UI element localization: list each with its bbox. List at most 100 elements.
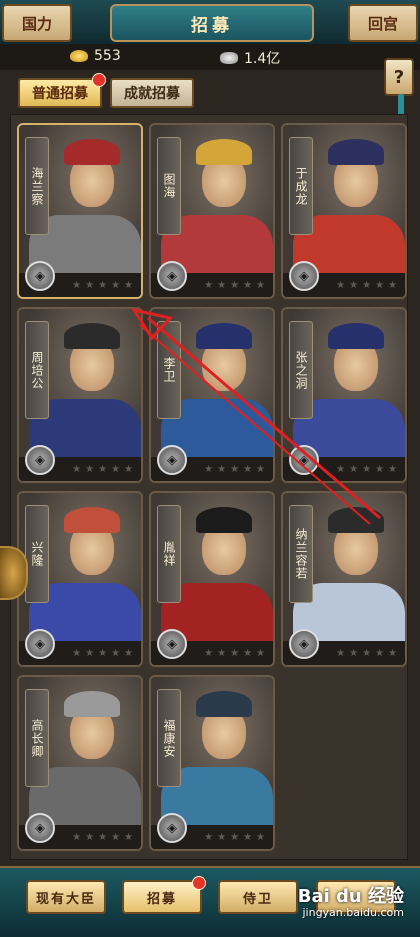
minister-card[interactable]: 于成龙 ★ ★ ★ ★ ★ ◈	[281, 123, 407, 299]
minister-name: 福康安	[157, 689, 181, 787]
star-icon: ★	[388, 647, 397, 659]
star-icon: ★	[85, 831, 95, 843]
star-icon: ★	[375, 647, 385, 659]
star-icon: ★	[124, 279, 133, 291]
star-icon: ★	[375, 279, 385, 291]
baidu-watermark: Bai du 经验	[297, 886, 404, 907]
star-icon: ★	[256, 463, 265, 475]
notification-badge	[92, 73, 106, 87]
mask-icon: ◈	[25, 813, 55, 843]
page-title: 招募	[110, 4, 314, 42]
star-icon: ★	[204, 647, 214, 659]
star-icon: ★	[217, 463, 227, 475]
minister-name: 周培公	[25, 321, 49, 419]
star-icon: ★	[256, 647, 265, 659]
recruit-tabs: 普通招募 成就招募	[18, 73, 194, 108]
minister-card[interactable]: 张之洞 ★ ★ ★ ★ ★ ◈	[281, 307, 407, 483]
star-icon: ★	[349, 463, 359, 475]
gold-resource: 553	[70, 48, 121, 64]
help-button[interactable]: ?	[384, 58, 414, 96]
national-power-button[interactable]: 国力	[2, 4, 72, 42]
side-event-icon[interactable]	[0, 546, 28, 600]
minister-name: 李卫	[157, 321, 181, 419]
return-palace-button[interactable]: 回宫	[348, 4, 418, 42]
star-icon: ★	[362, 463, 372, 475]
minister-card[interactable]: 纳兰容若 ★ ★ ★ ★ ★ ◈	[281, 491, 407, 667]
hat-shape	[196, 691, 252, 717]
helmet-icon: ◈	[157, 629, 187, 659]
nav-recruit-label: 招募	[146, 891, 177, 907]
star-icon: ★	[362, 279, 372, 291]
hat-shape	[196, 507, 252, 533]
star-icon: ★	[349, 647, 359, 659]
star-icon: ★	[124, 463, 133, 475]
star-icon: ★	[204, 831, 214, 843]
star-icon: ★	[72, 831, 82, 843]
helmet-icon: ◈	[157, 813, 187, 843]
minister-name: 于成龙	[289, 137, 313, 235]
star-icon: ★	[217, 647, 227, 659]
star-icon: ★	[204, 463, 214, 475]
star-icon: ★	[124, 647, 133, 659]
star-icon: ★	[256, 831, 265, 843]
gold-ingot-icon	[70, 50, 88, 62]
book-icon: ◈	[289, 629, 319, 659]
star-icon: ★	[243, 647, 253, 659]
helmet-icon: ◈	[25, 261, 55, 291]
minister-name: 海兰察	[25, 137, 49, 235]
star-icon: ★	[243, 279, 253, 291]
star-icon: ★	[375, 463, 385, 475]
tab-label: 普通招募	[32, 86, 88, 102]
silver-ingot-icon	[220, 52, 238, 64]
star-icon: ★	[85, 463, 95, 475]
minister-card[interactable]: 福康安 ★ ★ ★ ★ ★ ◈	[149, 675, 275, 851]
minister-card[interactable]: 李卫 ★ ★ ★ ★ ★ ◈	[149, 307, 275, 483]
star-icon: ★	[85, 647, 95, 659]
nav-recruit[interactable]: 招募	[122, 876, 206, 914]
hat-shape	[328, 323, 384, 349]
minister-card[interactable]: 图海 ★ ★ ★ ★ ★ ◈	[149, 123, 275, 299]
star-icon: ★	[230, 831, 240, 843]
star-icon: ★	[230, 279, 240, 291]
minister-card[interactable]: 海兰察 ★ ★ ★ ★ ★ ◈	[17, 123, 143, 299]
star-icon: ★	[98, 647, 108, 659]
minister-card[interactable]: 胤祥 ★ ★ ★ ★ ★ ◈	[149, 491, 275, 667]
baidu-watermark-url: jingyan.baidu.com	[302, 906, 404, 919]
tab-label: 成就招募	[124, 86, 180, 102]
hat-shape	[328, 139, 384, 165]
tab-normal-recruit[interactable]: 普通招募	[18, 73, 106, 108]
top-bar: 国力 招募 回宫	[0, 0, 420, 46]
resource-bar: 553 1.4亿	[0, 44, 420, 70]
silver-resource: 1.4亿	[220, 48, 280, 68]
star-icon: ★	[124, 831, 133, 843]
minister-name: 图海	[157, 137, 181, 235]
minister-name: 纳兰容若	[289, 505, 313, 603]
minister-name: 兴隆	[25, 505, 49, 603]
star-icon: ★	[362, 647, 372, 659]
flag-icon: ◈	[25, 445, 55, 475]
nav-current-ministers[interactable]: 现有大臣	[26, 880, 106, 914]
star-icon: ★	[98, 279, 108, 291]
minister-card[interactable]: 周培公 ★ ★ ★ ★ ★ ◈	[17, 307, 143, 483]
star-icon: ★	[111, 463, 121, 475]
star-icon: ★	[230, 647, 240, 659]
star-icon: ★	[336, 647, 346, 659]
star-icon: ★	[111, 279, 121, 291]
tab-achievement-recruit[interactable]: 成就招募	[110, 78, 194, 108]
gold-amount: 553	[94, 48, 121, 64]
star-icon: ★	[243, 831, 253, 843]
book-icon: ◈	[289, 261, 319, 291]
star-icon: ★	[388, 463, 397, 475]
minister-grid: 海兰察 ★ ★ ★ ★ ★ ◈ 图海 ★ ★ ★ ★ ★ ◈ 于成龙 ★ ★ ★ ★ ★ ◈ 周培公 ★ ★ ★ ★ ★ ◈ 李卫 ★ ★ ★…	[10, 114, 408, 860]
star-icon: ★	[336, 279, 346, 291]
hat-shape	[328, 507, 384, 533]
minister-name: 高长卿	[25, 689, 49, 787]
hat-shape	[64, 507, 120, 533]
hat-shape	[64, 139, 120, 165]
nav-guards[interactable]: 侍卫	[218, 880, 298, 914]
hat-shape	[64, 323, 120, 349]
silver-amount: 1.4亿	[244, 51, 281, 67]
minister-card[interactable]: 高长卿 ★ ★ ★ ★ ★ ◈	[17, 675, 143, 851]
minister-card[interactable]: 兴隆 ★ ★ ★ ★ ★ ◈	[17, 491, 143, 667]
helmet-icon: ◈	[157, 261, 187, 291]
